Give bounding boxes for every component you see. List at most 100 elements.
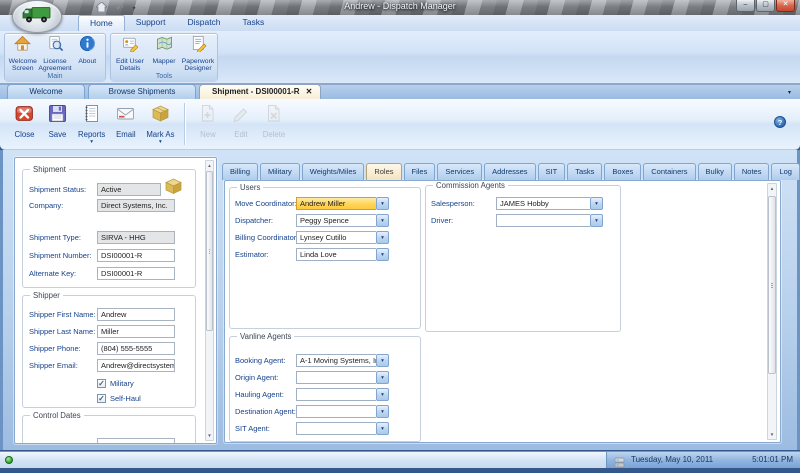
dispatcher-combo[interactable]: Peggy Spence ▾ bbox=[296, 214, 389, 227]
tab-services[interactable]: Services bbox=[437, 163, 482, 180]
scroll-down-icon[interactable]: ▼ bbox=[206, 433, 213, 438]
booking-agent-combo[interactable]: A-1 Moving Systems, Inc. ▾ bbox=[296, 354, 389, 367]
shipper-phone-field[interactable]: (804) 555-5555 bbox=[97, 342, 175, 355]
sit-agent-combo[interactable]: ▾ bbox=[296, 422, 389, 435]
chevron-down-icon[interactable]: ▾ bbox=[590, 214, 603, 227]
driver-value[interactable] bbox=[496, 214, 590, 227]
email-button[interactable]: Email bbox=[109, 102, 142, 139]
move-coordinator-combo[interactable]: Andrew Miller ▾ bbox=[296, 197, 389, 210]
tab-roles[interactable]: Roles bbox=[366, 163, 401, 180]
welcome-screen-button[interactable]: Welcome Screen bbox=[7, 35, 39, 72]
mark-as-button[interactable]: Mark As ▾ bbox=[142, 102, 178, 145]
scroll-up-icon[interactable]: ▲ bbox=[768, 186, 776, 191]
sit-agent-value[interactable] bbox=[296, 422, 376, 435]
self-haul-checkbox[interactable]: ✓ Self-Haul bbox=[97, 394, 141, 403]
billing-coordinator-combo[interactable]: Lynsey Cutillo ▾ bbox=[296, 231, 389, 244]
booking-agent-value[interactable]: A-1 Moving Systems, Inc. bbox=[296, 354, 376, 367]
destination-agent-value[interactable] bbox=[296, 405, 376, 418]
roles-scrollbar-thumb[interactable] bbox=[768, 196, 776, 374]
reports-button[interactable]: Reports ▾ bbox=[74, 102, 109, 145]
delete-button-label: Delete bbox=[263, 130, 286, 139]
save-button[interactable]: Save bbox=[41, 102, 74, 139]
scroll-down-icon[interactable]: ▼ bbox=[768, 432, 776, 437]
new-button: New bbox=[191, 102, 224, 139]
ribbon-tab-dispatch[interactable]: Dispatch bbox=[176, 15, 231, 31]
billing-coordinator-value[interactable]: Lynsey Cutillo bbox=[296, 231, 376, 244]
control-dates-group-title: Control Dates bbox=[30, 411, 84, 420]
tab-files[interactable]: Files bbox=[404, 163, 436, 180]
tab-log[interactable]: Log bbox=[771, 163, 800, 180]
tab-weights-miles[interactable]: Weights/Miles bbox=[302, 163, 365, 180]
close-button[interactable]: Close bbox=[8, 102, 41, 139]
tab-containers[interactable]: Containers bbox=[643, 163, 695, 180]
estimator-combo[interactable]: Linda Love ▾ bbox=[296, 248, 389, 261]
home-quick-icon[interactable] bbox=[96, 0, 107, 17]
license-agreement-button[interactable]: License Agreement bbox=[39, 35, 72, 72]
shipper-first-name-field[interactable]: Andrew bbox=[97, 308, 175, 321]
close-window-button[interactable]: ✕ bbox=[776, 0, 795, 12]
left-panel-scrollbar[interactable]: ▲ ▼ bbox=[205, 160, 214, 441]
minimize-button[interactable]: – bbox=[736, 0, 755, 12]
chevron-down-icon[interactable]: ▾ bbox=[376, 231, 389, 244]
salesperson-value[interactable]: JAMES Hobby bbox=[496, 197, 590, 210]
hauling-agent-value[interactable] bbox=[296, 388, 376, 401]
chevron-down-icon[interactable]: ▾ bbox=[376, 422, 389, 435]
qat-dropdown-icon[interactable]: ▾ bbox=[133, 5, 136, 12]
shipper-last-name-field[interactable]: Miller bbox=[97, 325, 175, 338]
shipper-email-field[interactable]: Andrew@directsystems.c bbox=[97, 359, 175, 372]
tab-billing[interactable]: Billing bbox=[222, 163, 258, 180]
app-menu-button[interactable] bbox=[12, 0, 62, 33]
ribbon-tab-support[interactable]: Support bbox=[125, 15, 177, 31]
tab-tasks[interactable]: Tasks bbox=[567, 163, 602, 180]
close-tab-icon[interactable]: ✕ bbox=[306, 88, 313, 96]
close-button-label: Close bbox=[15, 130, 35, 139]
shipment-number-field[interactable]: DSI00001-R bbox=[97, 249, 175, 262]
origin-agent-combo[interactable]: ▾ bbox=[296, 371, 389, 384]
tab-shipment-dsi00001r[interactable]: Shipment - DSI00001-R ✕ bbox=[199, 84, 321, 99]
tab-notes[interactable]: Notes bbox=[734, 163, 770, 180]
help-icon[interactable]: ? bbox=[774, 116, 786, 128]
roles-page-scrollbar[interactable]: ▲ ▼ bbox=[767, 183, 777, 440]
move-coordinator-value[interactable]: Andrew Miller bbox=[296, 197, 376, 210]
undo-icon[interactable]: ↶ bbox=[116, 4, 124, 13]
sit-agent-label: SIT Agent: bbox=[235, 424, 270, 433]
chevron-down-icon[interactable]: ▾ bbox=[376, 354, 389, 367]
hauling-agent-combo[interactable]: ▾ bbox=[296, 388, 389, 401]
chevron-down-icon[interactable]: ▾ bbox=[376, 405, 389, 418]
about-button[interactable]: About bbox=[72, 35, 104, 72]
mapper-button[interactable]: Mapper bbox=[148, 35, 181, 72]
roles-tab-panel: Users Move Coordinator: Andrew Miller ▾ … bbox=[224, 180, 781, 443]
chevron-down-icon[interactable]: ▾ bbox=[376, 197, 389, 210]
tab-list-dropdown-icon[interactable]: ▾ bbox=[788, 89, 791, 96]
estimator-value[interactable]: Linda Love bbox=[296, 248, 376, 261]
tab-military[interactable]: Military bbox=[260, 163, 300, 180]
tab-bulky[interactable]: Bulky bbox=[698, 163, 732, 180]
origin-agent-value[interactable] bbox=[296, 371, 376, 384]
driver-combo[interactable]: ▾ bbox=[496, 214, 603, 227]
chevron-down-icon[interactable]: ▾ bbox=[590, 197, 603, 210]
military-checkbox[interactable]: ✓ Military bbox=[97, 379, 134, 388]
paperwork-designer-button[interactable]: Paperwork Designer bbox=[182, 35, 215, 72]
tab-boxes[interactable]: Boxes bbox=[604, 163, 641, 180]
ribbon-tab-tasks[interactable]: Tasks bbox=[232, 15, 276, 31]
self-haul-checkbox-label: Self-Haul bbox=[110, 394, 141, 403]
destination-agent-combo[interactable]: ▾ bbox=[296, 405, 389, 418]
edit-user-details-button[interactable]: Edit User Details bbox=[114, 35, 147, 72]
maximize-button[interactable]: ▢ bbox=[756, 0, 775, 12]
dispatcher-value[interactable]: Peggy Spence bbox=[296, 214, 376, 227]
tab-welcome[interactable]: Welcome bbox=[7, 84, 85, 99]
scroll-up-icon[interactable]: ▲ bbox=[206, 163, 213, 168]
chevron-down-icon[interactable]: ▾ bbox=[376, 214, 389, 227]
left-scrollbar-thumb[interactable] bbox=[206, 171, 213, 331]
chevron-down-icon[interactable]: ▾ bbox=[376, 388, 389, 401]
alternate-key-field[interactable]: DSI00001-R bbox=[97, 267, 175, 280]
ribbon-tab-home[interactable]: Home bbox=[78, 15, 125, 31]
tab-addresses[interactable]: Addresses bbox=[484, 163, 535, 180]
control-dates-partial-field[interactable] bbox=[97, 438, 175, 444]
tab-sit[interactable]: SIT bbox=[538, 163, 566, 180]
chevron-down-icon[interactable]: ▾ bbox=[376, 371, 389, 384]
move-coordinator-label: Move Coordinator: bbox=[235, 199, 297, 208]
chevron-down-icon[interactable]: ▾ bbox=[376, 248, 389, 261]
salesperson-combo[interactable]: JAMES Hobby ▾ bbox=[496, 197, 603, 210]
tab-browse-shipments[interactable]: Browse Shipments bbox=[88, 84, 196, 99]
